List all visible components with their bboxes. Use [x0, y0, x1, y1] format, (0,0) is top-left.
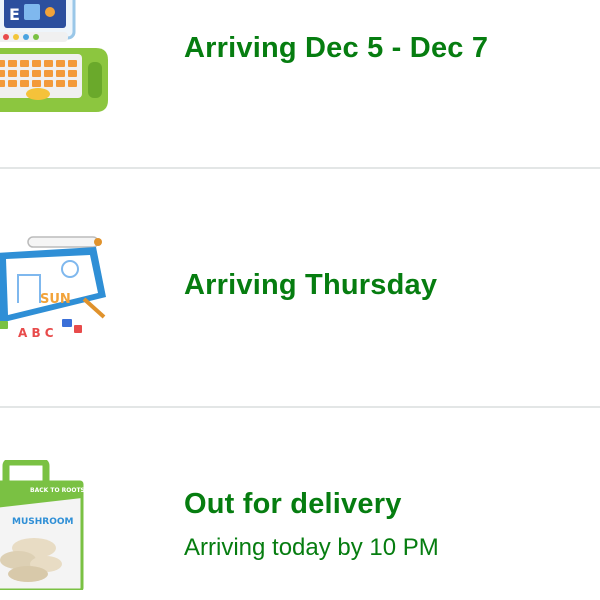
delivery-status: Arriving Thursday	[184, 269, 438, 301]
delivery-status: Out for delivery	[184, 488, 402, 520]
mushroom-kit-thumbnail: BACK TO ROOTS MUSHROOM	[0, 460, 85, 590]
svg-text:MUSHROOM: MUSHROOM	[12, 517, 74, 527]
svg-text:BACK TO ROOTS: BACK TO ROOTS	[30, 487, 85, 494]
order-list: E Arriving Dec 5 - Dec 7 SUN A B C Arriv…	[0, 0, 600, 600]
delivery-estimate: Arriving today by 10 PM	[184, 534, 439, 561]
order-row-laptop[interactable]: E Arriving Dec 5 - Dec 7	[0, 0, 600, 168]
svg-text:A B C: A B C	[18, 326, 54, 340]
svg-text:E: E	[9, 5, 20, 24]
order-row-mushroom-kit[interactable]: BACK TO ROOTS MUSHROOM Out for delivery …	[0, 408, 600, 600]
delivery-status: Arriving Dec 5 - Dec 7	[184, 32, 489, 64]
svg-text:SUN: SUN	[40, 292, 71, 307]
easel-toy-thumbnail: SUN A B C	[0, 236, 106, 340]
laptop-toy-thumbnail: E	[0, 0, 108, 112]
order-row-easel[interactable]: SUN A B C Arriving Thursday	[0, 169, 600, 407]
